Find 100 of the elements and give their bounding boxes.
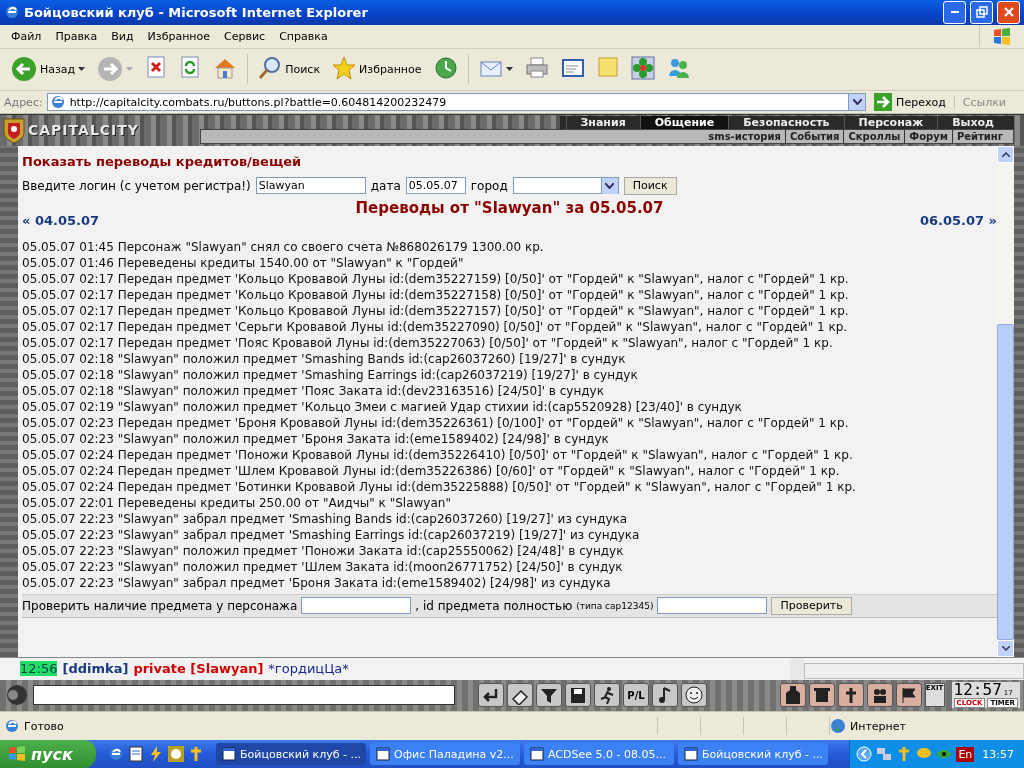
- transfers-title: Переводы от "Slawyan" за 05.05.07: [354, 198, 665, 217]
- caret-icon: [505, 66, 513, 72]
- log-entry: 05.05.07 02:19 "Slawyan" положил предмет 'Кольцо Змеи с магией Удар стихии id:(cap5520928) [23/40]' в сундук: [22, 398, 743, 415]
- log-entry: 05.05.07 02:17 Передан предмет 'Кольцо Кровавой Луны id:(dem35227158) [0/50]' от "Гордей" к "Slawyan", налог с "Гордей" 1 кр.: [22, 286, 850, 303]
- cross-button[interactable]: [837, 683, 864, 708]
- nav-link[interactable]: Скроллы: [843, 130, 905, 144]
- log-entry: 05.05.07 02:24 Передан предмет 'Ботинки Кровавой Луны id:(dem35225888) [0/50]' от "Гордей" к "Slawyan", налог с "Гордей" 1 кр.: [22, 478, 857, 495]
- figures-button[interactable]: [866, 683, 893, 708]
- page-icon: [4, 718, 20, 735]
- smiley-button[interactable]: [681, 683, 707, 708]
- scrollbar[interactable]: [804, 662, 1024, 679]
- browser-icon[interactable]: [108, 746, 124, 762]
- log-entry: 05.05.07 02:24 Передан предмет 'Поножи Кровавой Луны id:(dem35226410) [0/50]' от "Гордей" к "Slawyan", налог с "Гордей" 1 кр.: [22, 446, 854, 463]
- music-button[interactable]: [652, 683, 678, 708]
- login-label: Введите логин (с учетом регистра!): [22, 178, 251, 193]
- log-entry: 05.05.07 22:23 "Slawyan" забрал предмет 'Smashing Earrings id:(cap26037219) [19/27]' из сундука: [22, 526, 641, 543]
- character-field[interactable]: [301, 597, 412, 615]
- zone-label: Интернет: [850, 719, 906, 733]
- network-icon[interactable]: [876, 746, 893, 762]
- back-icon: [11, 56, 37, 83]
- taskbar-button[interactable]: Бойцовский клуб - ...: [216, 743, 366, 765]
- minimize-button[interactable]: [943, 0, 966, 24]
- address-field[interactable]: http://capitalcity.combats.ru/buttons.pl?battle=0.604814200232479: [46, 93, 867, 112]
- private-recipient[interactable]: private [Slawyan]: [133, 661, 264, 677]
- check-label: Проверить наличие предмета у персонажа: [22, 598, 298, 613]
- taskbar-button[interactable]: Бойцовский клуб - ...: [678, 743, 828, 765]
- check-button[interactable]: Проверить: [771, 596, 852, 615]
- log-entry: 05.05.07 01:46 Переведены кредиты 1540.00 от "Slawyan" к "Гордей": [22, 254, 465, 271]
- browser-icon: [4, 4, 20, 21]
- log-entry: 05.05.07 22:23 "Slawyan" забрал предмет 'Smashing Bands id:(cap26037260) [19/27]' из сундука: [22, 510, 629, 527]
- bottle-button[interactable]: [779, 683, 806, 708]
- game-clock: 12:57: [953, 682, 1002, 699]
- date-label: дата: [370, 178, 401, 193]
- nav-link[interactable]: События: [784, 130, 844, 144]
- smiley-icon: [683, 685, 705, 706]
- head-icon: [4, 683, 30, 708]
- filter-button[interactable]: [536, 683, 562, 708]
- log-entry: 05.05.07 02:18 "Slawyan" положил предмет 'Smashing Bands id:(cap26037260) [19/27]' в сундук: [22, 350, 627, 367]
- menu-item[interactable]: Вид: [104, 29, 141, 43]
- previous-day-link[interactable]: « 04.05.07: [22, 212, 100, 228]
- nav-link[interactable]: Форум: [904, 130, 952, 144]
- floppy-button[interactable]: [565, 683, 591, 708]
- crest-icon: [0, 115, 28, 146]
- taskbar-clock: 13:57: [982, 747, 1014, 761]
- go-arrow-icon: [874, 93, 893, 112]
- taskbar-button[interactable]: Офис Паладина v2...: [370, 743, 520, 765]
- favorites-button[interactable]: Избранное: [327, 54, 427, 85]
- page-icon: [49, 94, 66, 111]
- log-entry: 05.05.07 02:23 Передан предмет 'Броня Кровавой Луны id:(dem35226361) [0/100]' от "Гордей" к "Slawyan", налог с "Гордей" 1 кр.: [22, 414, 850, 431]
- chat-input[interactable]: [33, 685, 455, 706]
- address-label: Адрес:: [4, 95, 43, 109]
- nav-link[interactable]: sms-история: [704, 130, 785, 144]
- log-entry: 05.05.07 02:23 "Slawyan" положил предмет 'Броня Заката id:(eme1589402) [24/98]' в сундук: [22, 430, 610, 447]
- nav-link[interactable]: Рейтинг: [951, 130, 1007, 144]
- date-field[interactable]: 05.05.07: [405, 177, 466, 195]
- log-entry: 05.05.07 02:18 "Slawyan" положил предмет 'Smashing Earrings id:(cap26037219) [19/27]' в сундук: [22, 366, 639, 383]
- scroll-down-icon: [1001, 645, 1010, 651]
- expand-icon[interactable]: [856, 746, 873, 762]
- eraser-button[interactable]: [507, 683, 533, 708]
- item-id-hint: (типа cap12345): [576, 600, 654, 611]
- city-dropdown[interactable]: [512, 177, 619, 195]
- minimize-icon: [950, 11, 959, 14]
- document-icon[interactable]: [128, 746, 144, 762]
- globe-icon: [830, 718, 846, 735]
- login-field[interactable]: Slawyan: [255, 177, 366, 195]
- search-button[interactable]: Поиск: [253, 54, 326, 85]
- forward-icon: [97, 56, 124, 83]
- caret-icon: [78, 66, 86, 72]
- taskbar-button[interactable]: ACDSee 5.0 - 08.05...: [524, 743, 674, 765]
- next-day-link[interactable]: 06.05.07 »: [919, 212, 997, 228]
- running-figure-button[interactable]: [594, 683, 620, 708]
- back-button[interactable]: Назад: [6, 54, 91, 85]
- language-indicator[interactable]: En: [956, 746, 975, 762]
- log-entry: 05.05.07 22:23 "Slawyan" забрал предмет 'Броня Заката id:(eme1589402) [24/98]' из сундука: [22, 574, 612, 591]
- enter-button[interactable]: [478, 683, 504, 708]
- window-icon: [530, 747, 544, 761]
- log-entry: 05.05.07 02:17 Передан предмет 'Пояс Кровавой Луны id:(dem35227063) [0/50]' от "Гордей" к "Slawyan", налог с "Гордей" 1 кр.: [22, 334, 834, 351]
- item-id-field[interactable]: [657, 597, 768, 615]
- scrollbar[interactable]: [790, 657, 804, 680]
- log-entry: 05.05.07 02:17 Передан предмет 'Кольцо Кровавой Луны id:(dem35227159) [0/50]' от "Гордей" к "Slawyan", налог с "Гордей" 1 кр.: [22, 270, 850, 287]
- menu-item[interactable]: Правка: [48, 29, 105, 43]
- menu-item[interactable]: Файл: [4, 29, 49, 43]
- close-button[interactable]: [997, 0, 1020, 24]
- scrollbar[interactable]: [997, 145, 1014, 657]
- chat-sender[interactable]: [ddimka]: [62, 661, 129, 677]
- cross-icon[interactable]: [188, 746, 204, 762]
- menu-item[interactable]: Сервис: [217, 29, 273, 43]
- pl-button[interactable]: P/L: [623, 683, 649, 708]
- menu-item[interactable]: Справка: [272, 29, 335, 43]
- flag-button[interactable]: [895, 683, 922, 708]
- close-icon: [1002, 6, 1015, 19]
- lightning-icon[interactable]: [148, 746, 164, 762]
- menu-item[interactable]: Избранное: [140, 29, 218, 43]
- scroll-up-icon: [1001, 151, 1010, 157]
- city-label: город: [470, 178, 508, 193]
- restore-button[interactable]: [970, 0, 993, 24]
- nav-tab[interactable]: Общение: [639, 116, 729, 130]
- search-button[interactable]: Поиск: [623, 176, 677, 195]
- go-button[interactable]: Переход: [870, 93, 950, 112]
- flower-icon: [630, 56, 655, 83]
